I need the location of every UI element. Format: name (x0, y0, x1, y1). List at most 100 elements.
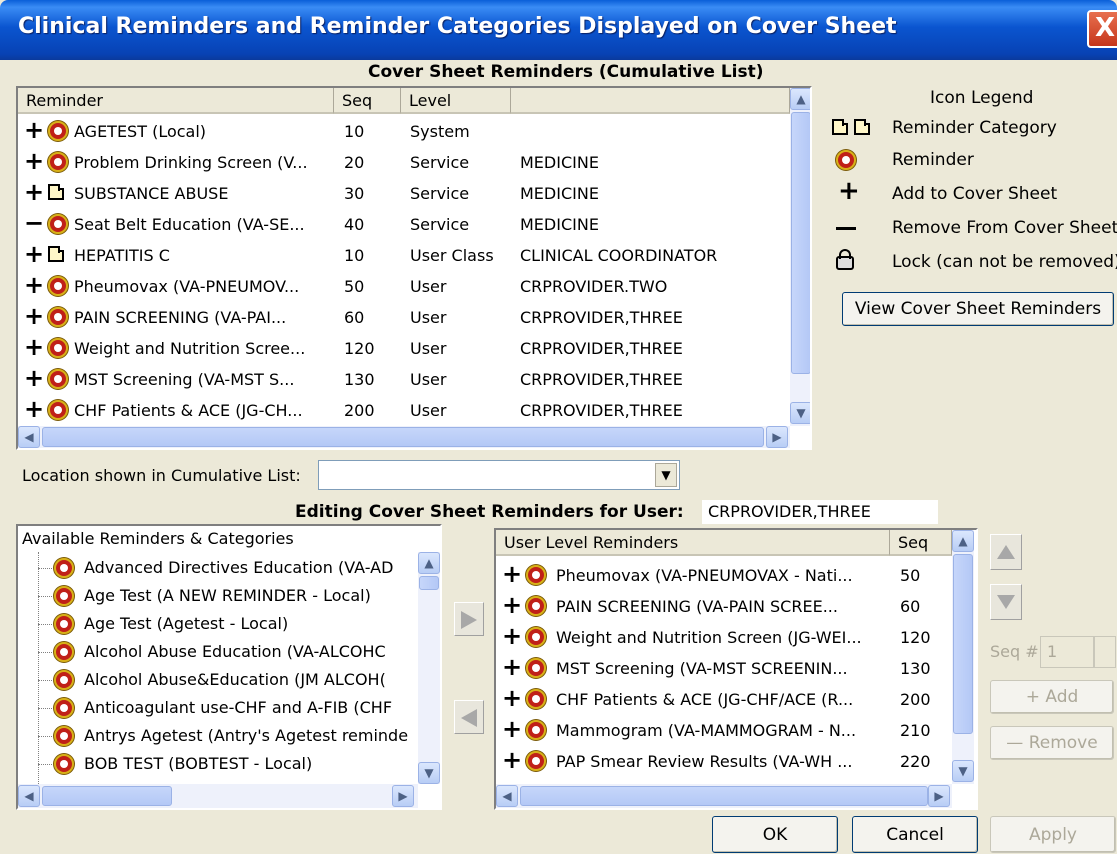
table-row[interactable]: + MST Screening (VA-MST SCREENIN... 130 (496, 653, 950, 684)
scroll-left-icon[interactable]: ◀ (18, 426, 40, 448)
column-header-seq[interactable]: Seq (334, 88, 401, 114)
close-button[interactable]: X (1087, 10, 1117, 48)
list-item[interactable]: Alcohol Abuse&Education (JM ALCOH( (18, 666, 416, 694)
cumulative-hscroll[interactable]: ◀ ▶ (18, 426, 790, 448)
cumulative-vscroll[interactable]: ▲ ▼ (790, 88, 810, 426)
reminder-clock-icon (526, 720, 546, 740)
add-reminder-arrow-button[interactable] (454, 602, 484, 636)
chevron-down-icon[interactable]: ▼ (655, 463, 677, 487)
list-item[interactable]: BOB TEST (BOBTEST - Local) (18, 750, 416, 778)
column-header-level[interactable]: Level (401, 88, 511, 114)
cumulative-list[interactable]: Reminder Seq Level + AGETEST (Local) 10 Sys… (16, 86, 812, 450)
table-row[interactable]: + CHF Patients & ACE (JG-CH... 200 User CRPR… (18, 395, 788, 426)
available-vscroll-thumb[interactable] (419, 576, 439, 590)
cumulative-vscroll-thumb[interactable] (791, 112, 810, 374)
add-button[interactable]: + Add (990, 680, 1114, 714)
list-item[interactable]: Age Test (Agetest - Local) (18, 610, 416, 638)
plus-icon[interactable]: + (502, 560, 522, 589)
plus-icon[interactable]: + (24, 302, 44, 331)
plus-icon[interactable]: + (502, 591, 522, 620)
plus-icon[interactable]: + (24, 271, 44, 300)
table-row[interactable]: + Mammogram (VA-MAMMOGRAM - N... 210 (496, 715, 950, 746)
table-row[interactable]: + PAP Smear Review Results (VA-WH ... 220 (496, 746, 950, 777)
plus-icon[interactable]: + (502, 622, 522, 651)
table-row[interactable]: + Pheumovax (VA-PNEUMOV... 50 User CRPROVIDE… (18, 271, 788, 302)
reminder-level: User Class (410, 246, 494, 265)
plus-icon[interactable]: + (502, 715, 522, 744)
plus-icon[interactable]: + (502, 653, 522, 682)
scroll-right-icon[interactable]: ▶ (392, 785, 414, 807)
available-reminders-tree[interactable]: Available Reminders & Categories Advance… (16, 524, 442, 810)
cancel-button[interactable]: Cancel (852, 816, 978, 853)
location-select[interactable]: ▼ (318, 460, 680, 490)
table-row[interactable]: + SUBSTANCE ABUSE 30 Service MEDICINE (18, 178, 788, 209)
scroll-up-icon[interactable]: ▲ (790, 88, 810, 110)
reminder-level-value: MEDICINE (520, 215, 599, 234)
minus-icon[interactable]: − (24, 209, 44, 238)
reminder-level-value: MEDICINE (520, 184, 599, 203)
table-row[interactable]: + PAIN SCREENING (VA-PAIN SCREE... 60 (496, 591, 950, 622)
move-down-button[interactable] (990, 584, 1022, 620)
plus-icon[interactable]: + (24, 116, 44, 145)
table-row[interactable]: + Problem Drinking Screen (V... 20 Service M… (18, 147, 788, 178)
plus-icon[interactable]: + (24, 364, 44, 393)
reminder-level: Service (410, 184, 470, 203)
column-header-reminder[interactable]: Reminder (18, 88, 334, 114)
table-row[interactable]: + Weight and Nutrition Scree... 120 User CRP… (18, 333, 788, 364)
plus-icon[interactable]: + (24, 147, 44, 176)
reminder-seq: 130 (344, 370, 375, 389)
scroll-right-icon[interactable]: ▶ (928, 785, 950, 807)
list-item[interactable]: Age Test (A NEW REMINDER - Local) (18, 582, 416, 610)
list-item[interactable]: Anticoagulant use-CHF and A-FIB (CHF (18, 694, 416, 722)
scroll-right-icon[interactable]: ▶ (766, 426, 788, 448)
move-up-button[interactable] (990, 534, 1022, 570)
plus-icon[interactable]: + (24, 240, 44, 269)
view-cover-sheet-reminders-button[interactable]: View Cover Sheet Reminders (842, 292, 1114, 326)
user-reminder-seq: 210 (900, 721, 931, 740)
ok-button[interactable]: OK (712, 816, 838, 853)
user-level-hscroll[interactable]: ◀ ▶ (496, 784, 952, 808)
user-level-vscroll[interactable]: ▲ ▼ (952, 530, 974, 784)
scroll-up-icon[interactable]: ▲ (418, 552, 440, 574)
available-hscroll-thumb[interactable] (42, 786, 172, 806)
user-level-hscroll-thumb[interactable] (520, 786, 928, 806)
plus-icon[interactable]: + (24, 395, 44, 424)
scroll-up-icon[interactable]: ▲ (952, 530, 974, 552)
list-item[interactable]: Advanced Directives Education (VA-AD (18, 554, 416, 582)
list-item[interactable]: Antrys Agetest (Antry's Agetest reminde (18, 722, 416, 750)
scroll-down-icon[interactable]: ▼ (790, 402, 810, 424)
user-reminder-seq: 200 (900, 690, 931, 709)
table-row[interactable]: + PAIN SCREENING (VA-PAI... 60 User CRPROVID… (18, 302, 788, 333)
available-hscroll[interactable]: ◀ ▶ (18, 784, 418, 808)
apply-button[interactable]: Apply (990, 816, 1116, 853)
column-header-value[interactable] (511, 88, 790, 114)
table-row[interactable]: + CHF Patients & ACE (JG-CHF/ACE (R... 200 (496, 684, 950, 715)
column-header-user-level[interactable]: User Level Reminders (496, 530, 890, 556)
user-level-vscroll-thumb[interactable] (953, 554, 973, 734)
table-row[interactable]: + HEPATITIS C 10 User Class CLINICAL COORDIN… (18, 240, 788, 271)
remove-reminder-arrow-button[interactable] (454, 700, 484, 734)
list-item[interactable]: Alcohol Abuse Education (VA-ALCOHC (18, 638, 416, 666)
table-row[interactable]: + Weight and Nutrition Screen (JG-WEI... 1… (496, 622, 950, 653)
reminder-level-value: CLINICAL COORDINATOR (520, 246, 718, 265)
reminder-seq: 10 (344, 246, 365, 265)
plus-icon[interactable]: + (502, 684, 522, 713)
table-row[interactable]: − Seat Belt Education (VA-SE... 40 Service M… (18, 209, 788, 240)
table-row[interactable]: + Pheumovax (VA-PNEUMOVAX - Nati... 50 (496, 560, 950, 591)
scroll-left-icon[interactable]: ◀ (496, 785, 518, 807)
seq-spinner[interactable] (1094, 636, 1116, 668)
column-header-user-seq[interactable]: Seq (890, 530, 952, 556)
scroll-down-icon[interactable]: ▼ (418, 762, 440, 784)
scroll-left-icon[interactable]: ◀ (18, 785, 40, 807)
plus-icon[interactable]: + (502, 746, 522, 775)
cumulative-hscroll-thumb[interactable] (42, 427, 764, 447)
user-level-reminders-list[interactable]: User Level Reminders Seq + Pheumovax (VA-… (494, 528, 978, 810)
table-row[interactable]: + AGETEST (Local) 10 System (18, 116, 788, 147)
remove-button[interactable]: — Remove (990, 726, 1114, 760)
plus-icon[interactable]: + (24, 178, 44, 207)
table-row[interactable]: + MST Screening (VA-MST S... 130 User CRPROV… (18, 364, 788, 395)
plus-icon[interactable]: + (24, 333, 44, 362)
scroll-down-icon[interactable]: ▼ (952, 760, 974, 782)
seq-input[interactable]: 1 (1040, 636, 1094, 668)
available-vscroll[interactable]: ▲ ▼ (418, 552, 440, 784)
